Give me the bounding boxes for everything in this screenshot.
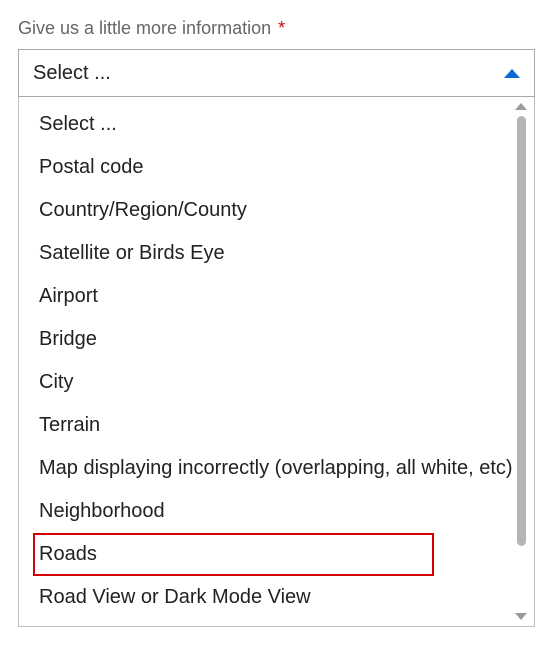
dropdown-option[interactable]: Terrain [19, 404, 534, 447]
scroll-thumb[interactable] [517, 116, 526, 546]
dropdown-option[interactable]: Country/Region/County [19, 189, 534, 232]
scroll-up-icon[interactable] [515, 103, 527, 110]
select-current-value: Select ... [33, 62, 111, 85]
dropdown-option[interactable]: Bridge [19, 318, 534, 361]
dropdown-option[interactable]: Neighborhood [19, 490, 534, 533]
dropdown-option[interactable]: Roads [33, 533, 434, 576]
dropdown-option[interactable]: Airport [19, 275, 534, 318]
select-dropdown[interactable]: Select ... [18, 49, 535, 97]
dropdown-option[interactable]: Road View or Dark Mode View [19, 576, 534, 619]
required-asterisk: * [278, 18, 285, 38]
scroll-down-icon[interactable] [515, 613, 527, 620]
scrollbar[interactable] [512, 103, 530, 620]
caret-up-icon [504, 69, 520, 78]
dropdown-option[interactable]: City [19, 361, 534, 404]
dropdown-listbox[interactable]: Select ...Postal codeCountry/Region/Coun… [18, 97, 535, 627]
dropdown-option[interactable]: Map displaying incorrectly (overlapping,… [19, 447, 534, 490]
dropdown-option[interactable]: Postal code [19, 146, 534, 189]
field-label-text: Give us a little more information [18, 18, 271, 38]
dropdown-option[interactable]: Select ... [19, 103, 534, 146]
field-label: Give us a little more information * [18, 18, 535, 39]
dropdown-option[interactable]: Satellite or Birds Eye [19, 232, 534, 275]
